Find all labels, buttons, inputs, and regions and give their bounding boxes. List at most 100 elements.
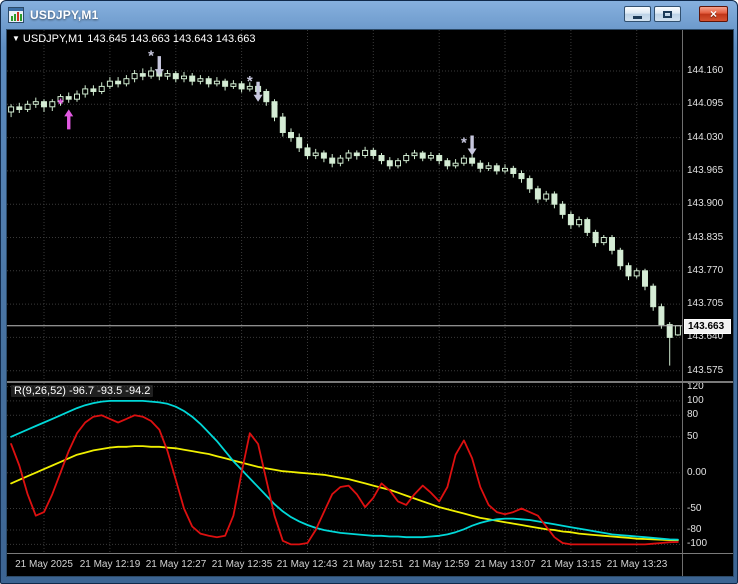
- axis-corner: [682, 553, 733, 576]
- chevron-down-icon: ▼: [12, 34, 20, 43]
- price-axis-label: 143.770: [687, 265, 724, 276]
- sell-arrow-icon: [154, 56, 164, 77]
- indicator-axis[interactable]: 120 100 80 50 0.00 -50 -80 -100: [682, 383, 733, 553]
- chart-app-icon[interactable]: [8, 6, 24, 23]
- candle: [288, 132, 294, 139]
- maximize-icon: [663, 10, 672, 18]
- candle: [49, 101, 56, 108]
- window-title: USDJPY,M1: [30, 7, 99, 22]
- main-chart-panel[interactable]: * * * * ▼ USDJPY,M1 143.645 143.663 143.643 1…: [7, 30, 682, 381]
- candle: [123, 78, 130, 85]
- sell-arrow-icon: [467, 135, 477, 156]
- indicator-line-cyan: [10, 399, 679, 541]
- time-axis-label: 21 May 13:07: [474, 559, 536, 570]
- candle: [411, 152, 418, 157]
- candle: [197, 78, 204, 82]
- candle: [329, 157, 336, 164]
- indicator-label[interactable]: R(9,26,52) -96.7 -93.5 -94.2: [11, 385, 154, 397]
- candle: [625, 265, 632, 277]
- candle: [362, 149, 369, 157]
- candle: [238, 83, 245, 90]
- indicator-grid: [7, 383, 682, 553]
- chart-client-area: * * * * ▼ USDJPY,M1 143.645 143.663 143.643 1…: [6, 29, 734, 577]
- price-axis-label: 143.705: [687, 298, 724, 309]
- candle: [633, 270, 640, 277]
- indicator-axis-label: -80: [687, 524, 702, 535]
- candle: [148, 70, 155, 77]
- time-axis-label: 21 May 12:27: [145, 559, 207, 570]
- window-controls: ×: [621, 6, 728, 22]
- candle: [304, 147, 311, 157]
- candle: [32, 101, 39, 105]
- candle: [477, 162, 484, 169]
- candle: [230, 83, 237, 87]
- candle: [65, 96, 72, 100]
- candle: [74, 93, 80, 100]
- candle: [205, 78, 212, 85]
- candle: [312, 152, 319, 157]
- main-chart-plot[interactable]: * * * *: [7, 30, 682, 381]
- candle: [543, 193, 550, 200]
- candle: [642, 270, 648, 287]
- maximize-button[interactable]: [654, 6, 681, 22]
- time-axis[interactable]: 21 May 2025 21 May 12:19 21 May 12:27 21 Ma…: [7, 553, 682, 576]
- candle: [115, 80, 122, 85]
- indicator-axis-label: 80: [687, 409, 699, 420]
- candle: [584, 219, 591, 233]
- chart-window: USDJPY,M1 × * * * * ▼ USDJPY,M1 143.645 143.6…: [0, 0, 738, 584]
- time-axis-label: 21 May 12:35: [211, 559, 273, 570]
- indicator-panel[interactable]: R(9,26,52) -96.7 -93.5 -94.2: [7, 383, 682, 553]
- indicator-axis-label: 100: [687, 395, 704, 406]
- candle: [674, 325, 681, 336]
- indicator-axis-label: 50: [687, 431, 699, 442]
- close-icon: ×: [709, 7, 717, 21]
- candle: [592, 231, 599, 244]
- candle: [485, 165, 492, 169]
- trade-asterisk-icon: *: [148, 48, 154, 65]
- time-axis-label: 21 May 12:51: [342, 559, 404, 570]
- price-axis-label: 144.160: [687, 65, 724, 76]
- candle: [378, 155, 385, 162]
- candle: [213, 80, 220, 85]
- candle: [279, 116, 286, 133]
- candle: [427, 155, 434, 159]
- time-axis-label: 21 May 12:43: [276, 559, 338, 570]
- price-axis-label: 143.900: [687, 198, 724, 209]
- candle: [452, 162, 459, 167]
- sell-arrow-icon: [253, 81, 263, 102]
- candle: [181, 75, 187, 80]
- ohlc-header: ▼ USDJPY,M1 143.645 143.663 143.643 143.66…: [12, 33, 259, 45]
- candle: [600, 237, 607, 244]
- candle: [567, 214, 574, 226]
- candle: [353, 152, 360, 157]
- minimize-icon: [633, 16, 642, 19]
- trade-asterisk-icon: *: [58, 95, 64, 112]
- titlebar[interactable]: USDJPY,M1 ×: [1, 1, 737, 28]
- candle: [534, 188, 541, 200]
- candle: [82, 88, 89, 95]
- candle: [436, 155, 443, 162]
- time-axis-label: 21 May 13:23: [606, 559, 668, 570]
- trade-asterisk-icon: *: [247, 73, 253, 90]
- candle: [16, 106, 23, 111]
- candle: [518, 173, 525, 180]
- candle: [403, 155, 410, 162]
- minimize-button[interactable]: [624, 6, 651, 22]
- ohlc-values: 143.645 143.663 143.643 143.663: [87, 33, 256, 45]
- candle: [345, 152, 352, 159]
- candle: [106, 80, 113, 87]
- price-axis[interactable]: 143.663 144.160 144.095 144.030 143.965 143.…: [682, 30, 733, 381]
- candle: [395, 160, 401, 167]
- price-axis-label: 143.575: [687, 365, 724, 376]
- candle: [90, 88, 97, 93]
- close-button[interactable]: ×: [699, 6, 728, 22]
- candle: [609, 237, 615, 251]
- time-axis-label: 21 May 12:59: [408, 559, 470, 570]
- indicator-line-yellow: [10, 445, 679, 542]
- candle: [650, 285, 657, 308]
- candle: [8, 106, 15, 113]
- indicator-plot[interactable]: [7, 383, 682, 553]
- candle: [502, 167, 508, 172]
- candle: [24, 103, 31, 110]
- indicator-axis-label: 120: [687, 383, 704, 392]
